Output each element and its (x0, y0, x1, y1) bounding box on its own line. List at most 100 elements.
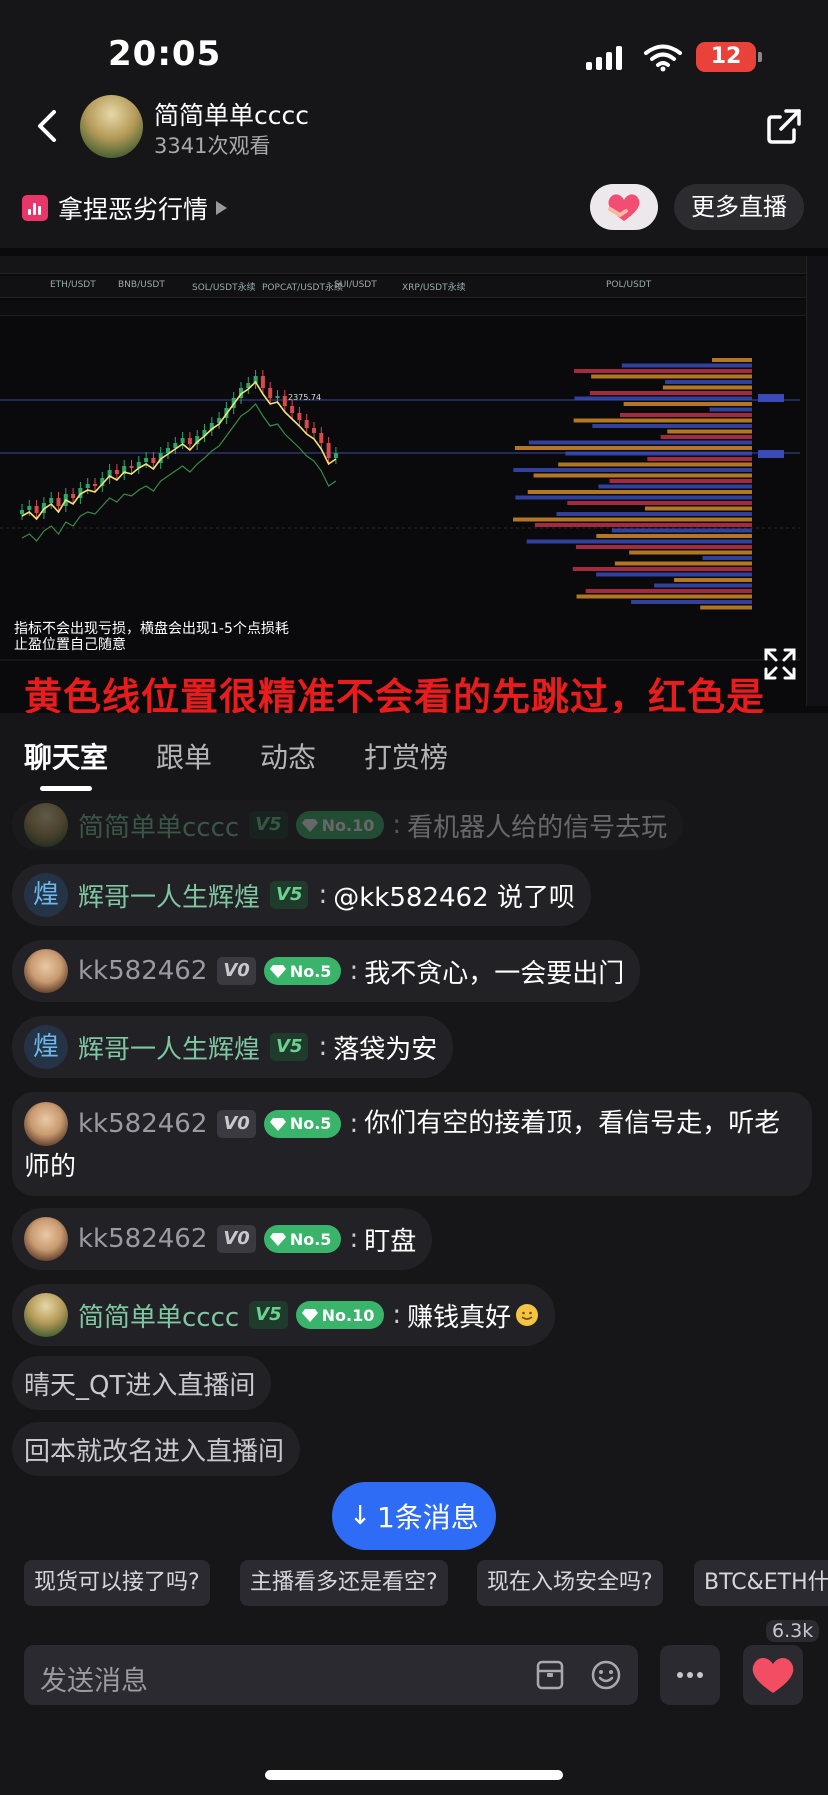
message-text: 落袋为安 (333, 1034, 438, 1065)
volume-profile-bar (514, 446, 752, 450)
username[interactable]: 简简单单cccc (78, 1297, 239, 1334)
volume-profile-bar (609, 479, 752, 483)
back-arrow-icon[interactable] (28, 106, 68, 146)
volume-profile-bar (662, 385, 752, 390)
candle-body (180, 438, 185, 443)
volume-profile-bar (596, 572, 752, 577)
user-avatar[interactable] (24, 1217, 68, 1261)
rank-label: No.5 (289, 961, 332, 981)
host-avatar[interactable] (80, 95, 143, 158)
quick-reply[interactable]: 现在入场安全吗? (477, 1560, 663, 1606)
topic-label: 拿捏恶劣行情 (58, 195, 209, 224)
system-message: 晴天_QT进入直播间 (12, 1356, 272, 1410)
volume-profile-bar (558, 462, 752, 467)
username[interactable]: 辉哥一人生辉煌 (78, 1029, 260, 1066)
candle-body (275, 396, 280, 398)
message-text: 盯盘 (364, 1226, 417, 1257)
quick-reply[interactable]: 主播看多还是看空? (240, 1560, 448, 1606)
volume-profile-bar (576, 594, 752, 599)
level-badge: V5 (249, 1301, 288, 1329)
wifi-icon (644, 44, 682, 72)
diamond-icon (269, 1118, 286, 1131)
danmaku-comment: 黄色线位置很精准不会看的先跳过，红色是 (24, 674, 766, 713)
username[interactable]: 辉哥一人生辉煌 (78, 877, 260, 914)
fullscreen-icon[interactable] (762, 646, 798, 682)
candle-body (282, 396, 287, 406)
candle-body (71, 494, 76, 498)
more-live-button[interactable]: 更多直播 (674, 184, 804, 230)
volume-profile-bar (527, 490, 752, 494)
host-name[interactable]: 简简单单cccc (154, 96, 309, 132)
volume-profile-bar (591, 374, 752, 379)
candle-body (290, 406, 295, 413)
rank-badge: No.5 (263, 1225, 342, 1253)
user-avatar[interactable] (24, 949, 68, 993)
battery-indicator: 12 (696, 42, 762, 72)
volume-profile-bar (674, 578, 752, 582)
volume-profile-bar (623, 402, 752, 406)
price-tag (758, 394, 784, 402)
share-icon[interactable] (764, 106, 804, 146)
level-badge: V0 (217, 1225, 256, 1253)
quick-reply[interactable]: 现货可以接了吗? (24, 1560, 210, 1606)
emoji-icon[interactable] (590, 1659, 622, 1691)
username[interactable]: kk582462 (78, 1109, 207, 1139)
level-badge: V5 (249, 811, 288, 839)
message-input[interactable]: 发送消息 (24, 1645, 638, 1705)
rank-badge: No.5 (263, 1110, 342, 1138)
candle-body (20, 510, 24, 514)
volume-profile-bar (712, 358, 752, 362)
chat-list[interactable]: 简简单单cccc V5 No.10 : 看机器人给的信号去玩 煌 辉哥一人生辉煌 … (0, 800, 828, 1550)
diamond-icon (301, 1309, 318, 1322)
down-arrow-icon: ↓ (349, 1501, 371, 1531)
candle-body (56, 498, 61, 506)
card-icon[interactable] (534, 1659, 566, 1691)
user-avatar[interactable] (24, 803, 68, 847)
live-video-player[interactable]: ETH/USDT BNB/USDT SOL/USDT永续 POPCAT/USDT… (0, 248, 828, 713)
quick-reply[interactable]: BTC&ETH什 (694, 1560, 828, 1606)
username[interactable]: 简简单单cccc (78, 807, 239, 844)
user-avatar[interactable] (24, 1102, 68, 1146)
chat-message: kk582462 V0 No.5 : 盯盘 (12, 1208, 433, 1270)
bar-chart-icon (22, 195, 48, 221)
volume-profile-bar (515, 495, 752, 500)
like-button[interactable] (743, 1645, 803, 1705)
play-triangle-icon (216, 201, 228, 215)
volume-profile-bar (574, 369, 752, 373)
tab-gift-ranking[interactable]: 打赏榜 (364, 736, 448, 776)
username[interactable]: kk582462 (78, 1224, 207, 1254)
username[interactable]: kk582462 (78, 956, 207, 986)
tab-copy-trade[interactable]: 跟单 (156, 736, 212, 776)
message-text: @kk582462 说了呗 (333, 882, 575, 913)
rank-badge: No.5 (263, 957, 342, 985)
heart-hands-button[interactable] (590, 184, 658, 230)
quick-replies: 现货可以接了吗? 主播看多还是看空? 现在入场安全吗? BTC&ETH什 (0, 1558, 828, 1608)
volume-profile-bar (660, 435, 752, 439)
topic-link[interactable]: 拿捏恶劣行情 (22, 188, 228, 228)
candle-body (326, 443, 331, 458)
rank-badge: No.10 (295, 811, 385, 839)
candle-body (312, 428, 316, 433)
volume-profile-bar (596, 534, 752, 538)
new-messages-button[interactable]: ↓ 1条消息 (332, 1482, 496, 1550)
candle-body (304, 420, 309, 428)
volume-profile-bar (575, 545, 752, 549)
user-avatar[interactable] (24, 1293, 68, 1337)
moving-average-line (21, 380, 337, 521)
tab-chatroom[interactable]: 聊天室 (24, 736, 108, 776)
level-badge: V0 (217, 957, 256, 985)
diamond-icon (269, 965, 286, 978)
tab-feed[interactable]: 动态 (260, 736, 316, 776)
volume-profile-bar (709, 407, 752, 412)
message-text: 晴天_QT进入直播间 (24, 1370, 256, 1401)
user-avatar[interactable]: 煌 (24, 1025, 68, 1069)
volume-profile-bar (654, 583, 752, 588)
volume-profile-bar (526, 539, 752, 544)
smile-emoji-icon (516, 1304, 539, 1326)
level-badge: V0 (217, 1110, 256, 1138)
more-options-button[interactable] (660, 1645, 720, 1705)
user-avatar[interactable]: 煌 (24, 873, 68, 917)
candle-body (144, 458, 149, 462)
candle-body (268, 388, 273, 398)
candle-body (34, 506, 39, 513)
